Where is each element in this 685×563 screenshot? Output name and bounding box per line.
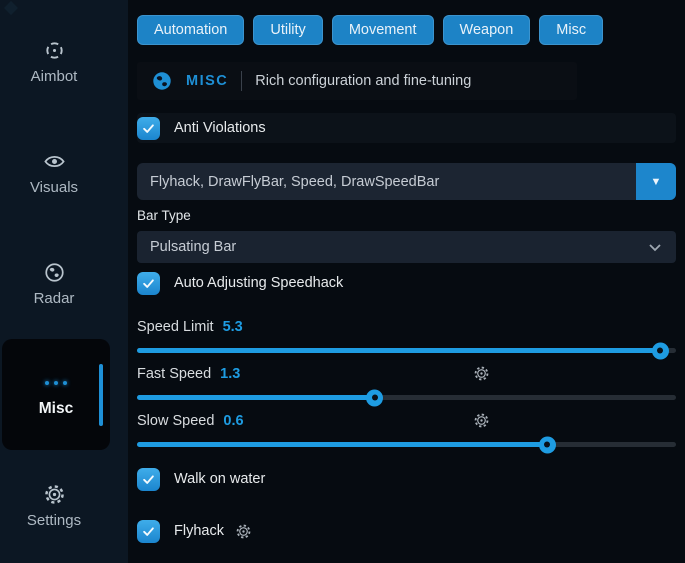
- tab-weapon[interactable]: Weapon: [443, 15, 531, 45]
- tab-misc[interactable]: Misc: [539, 15, 603, 45]
- check-icon: [141, 472, 156, 487]
- sidebar-item-label: Aimbot: [31, 68, 78, 85]
- tab-automation[interactable]: Automation: [137, 15, 244, 45]
- multiselect-dropdown-button[interactable]: ▼: [636, 163, 676, 200]
- sidebar-item-label: Settings: [27, 512, 81, 529]
- section-title: MISC: [186, 73, 228, 89]
- triangle-down-icon: ▼: [651, 176, 662, 188]
- flyhack-checkbox[interactable]: [137, 520, 160, 543]
- main-panel: Automation Utility Movement Weapon Misc …: [128, 0, 685, 563]
- slider-fill: [137, 442, 547, 447]
- slider-fill: [137, 395, 374, 400]
- fast-speed-slider-group: Fast Speed 1.3: [137, 365, 676, 400]
- slow-speed-slider-group: Slow Speed 0.6: [137, 412, 676, 447]
- section-header: MISC Rich configuration and fine-tuning: [137, 62, 577, 100]
- crosshair-icon: [43, 39, 66, 62]
- active-indicator: [99, 364, 103, 426]
- gear-icon[interactable]: [473, 365, 490, 382]
- fast-speed-slider-track[interactable]: [137, 395, 676, 400]
- sidebar-item-settings[interactable]: Settings: [0, 450, 108, 561]
- app-window: Aimbot Visuals Radar Misc Settings: [0, 0, 685, 563]
- gear-icon[interactable]: [235, 523, 252, 540]
- divider: [241, 71, 242, 91]
- auto-adjusting-speedhack-row: Auto Adjusting Speedhack: [137, 270, 676, 296]
- sidebar-item-label: Visuals: [30, 179, 78, 196]
- sidebar-item-visuals[interactable]: Visuals: [0, 117, 108, 228]
- slider-thumb[interactable]: [366, 389, 383, 406]
- walk-on-water-row: Walk on water: [137, 464, 676, 494]
- sidebar: Aimbot Visuals Radar Misc Settings: [0, 0, 128, 563]
- check-icon: [141, 276, 156, 291]
- sidebar-item-label: Radar: [34, 290, 75, 307]
- slider-value: 5.3: [223, 319, 243, 335]
- slider-value: 1.3: [220, 366, 240, 382]
- anti-violations-checkbox[interactable]: [137, 117, 160, 140]
- chevron-down-icon: [647, 239, 663, 255]
- sidebar-item-aimbot[interactable]: Aimbot: [0, 6, 108, 117]
- bars-multiselect[interactable]: Flyhack, DrawFlyBar, Speed, DrawSpeedBar…: [137, 163, 676, 200]
- checkbox-label: Auto Adjusting Speedhack: [174, 275, 343, 291]
- tab-movement[interactable]: Movement: [332, 15, 434, 45]
- category-tabs: Automation Utility Movement Weapon Misc: [137, 15, 676, 45]
- globe-icon: [43, 261, 66, 284]
- walk-on-water-checkbox[interactable]: [137, 468, 160, 491]
- slider-label: Speed Limit: [137, 319, 214, 335]
- multiselect-value: Flyhack, DrawFlyBar, Speed, DrawSpeedBar: [137, 174, 636, 190]
- flyhack-row: Flyhack: [137, 516, 676, 546]
- bar-type-label: Bar Type: [137, 208, 676, 223]
- slider-label: Fast Speed: [137, 366, 211, 382]
- checkbox-label: Flyhack: [174, 523, 224, 539]
- check-icon: [141, 121, 156, 136]
- speed-limit-slider-group: Speed Limit 5.3: [137, 318, 676, 353]
- tab-utility[interactable]: Utility: [253, 15, 322, 45]
- auto-adjusting-speedhack-checkbox[interactable]: [137, 272, 160, 295]
- eye-icon: [43, 150, 66, 173]
- sidebar-item-radar[interactable]: Radar: [0, 228, 108, 339]
- slider-thumb[interactable]: [539, 436, 556, 453]
- anti-violations-row: Anti Violations: [137, 113, 676, 143]
- slider-fill: [137, 348, 660, 353]
- ellipsis-icon: [45, 371, 67, 394]
- select-value: Pulsating Bar: [150, 239, 236, 255]
- section-subtitle: Rich configuration and fine-tuning: [255, 73, 471, 89]
- sidebar-item-misc[interactable]: Misc: [2, 339, 110, 450]
- slider-label: Slow Speed: [137, 413, 214, 429]
- bar-type-select[interactable]: Pulsating Bar: [137, 231, 676, 263]
- gear-icon: [43, 483, 66, 506]
- globe-icon: [151, 70, 173, 92]
- slider-thumb[interactable]: [652, 342, 669, 359]
- checkbox-label: Walk on water: [174, 471, 265, 487]
- check-icon: [141, 524, 156, 539]
- sidebar-item-label: Misc: [39, 400, 73, 418]
- checkbox-label: Anti Violations: [174, 120, 266, 136]
- slider-value: 0.6: [223, 413, 243, 429]
- slow-speed-slider-track[interactable]: [137, 442, 676, 447]
- speed-limit-slider-track[interactable]: [137, 348, 676, 353]
- gear-icon[interactable]: [473, 412, 490, 429]
